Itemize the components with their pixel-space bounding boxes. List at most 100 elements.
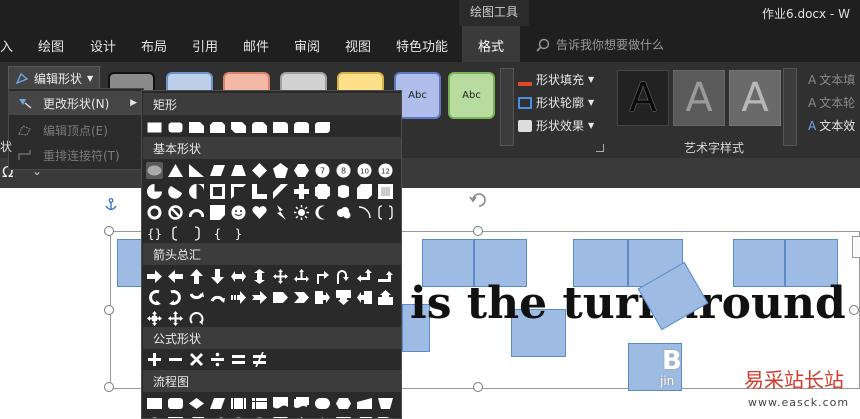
right-bracket-icon[interactable] [188, 225, 205, 242]
change-shape-menu-item[interactable]: 更改形状(N) ▶ [9, 91, 143, 115]
parallelogram-icon[interactable] [209, 162, 226, 179]
left-right-up-arrow-icon[interactable] [293, 268, 310, 285]
smiley-face-icon[interactable] [230, 204, 247, 221]
down-arrow-callout-icon[interactable] [335, 289, 352, 306]
tab-draw[interactable]: 绘图 [38, 36, 64, 55]
preparation-icon[interactable] [335, 395, 352, 412]
bent-arrow-icon[interactable] [314, 268, 331, 285]
left-arrow-icon[interactable] [167, 268, 184, 285]
cross-icon[interactable] [293, 183, 310, 200]
multiply-icon[interactable] [188, 351, 205, 368]
manual-operation-icon[interactable] [377, 395, 394, 412]
shape-style-7[interactable]: Abc [448, 72, 495, 119]
tell-me-box[interactable]: 告诉我你想要做什么 [536, 36, 664, 53]
snip-diagonal-icon[interactable] [230, 119, 247, 136]
resize-handle[interactable] [473, 382, 483, 392]
chord-icon[interactable] [167, 183, 184, 200]
left-brace-icon[interactable]: { [209, 225, 226, 242]
terminator-icon[interactable] [314, 395, 331, 412]
down-arrow-icon[interactable] [209, 268, 226, 285]
resize-handle[interactable] [104, 226, 114, 236]
text-fill-button[interactable]: A 文本填 [808, 68, 855, 91]
l-shape-icon[interactable] [251, 183, 268, 200]
not-equal-icon[interactable] [251, 351, 268, 368]
reroute-connectors-menu-item[interactable]: 重排连接符(T) [9, 143, 143, 167]
diamond-icon[interactable] [251, 162, 268, 179]
heart-icon[interactable] [251, 204, 268, 221]
no-symbol-icon[interactable] [167, 204, 184, 221]
predefined-process-icon[interactable] [230, 395, 247, 412]
dialog-launcher-icon[interactable] [596, 144, 604, 152]
half-frame-icon[interactable] [230, 183, 247, 200]
document-shape-icon[interactable] [272, 395, 289, 412]
dodecagon-icon[interactable]: 12 [377, 162, 394, 179]
right-triangle-icon[interactable] [188, 162, 205, 179]
right-brace-icon[interactable]: } [230, 225, 247, 242]
equal-icon[interactable] [230, 351, 247, 368]
trapezoid-icon[interactable] [230, 162, 247, 179]
tab-references[interactable]: 引用 [192, 36, 218, 55]
decision-icon[interactable] [188, 395, 205, 412]
rounded-rectangle-icon[interactable] [167, 119, 184, 136]
can-icon[interactable] [335, 183, 352, 200]
multidocument-icon[interactable] [293, 395, 310, 412]
heptagon-icon[interactable]: 7 [314, 162, 331, 179]
shape-styles-scrollbar[interactable] [500, 68, 514, 146]
resize-handle[interactable] [104, 382, 114, 392]
bevel-icon[interactable] [377, 183, 394, 200]
striped-right-arrow-icon[interactable] [230, 289, 247, 306]
notched-right-arrow-icon[interactable] [251, 289, 268, 306]
layout-options-icon[interactable] [852, 236, 860, 258]
tab-features[interactable]: 特色功能 [396, 36, 448, 55]
wordart-style-black[interactable]: A [617, 70, 669, 126]
wordart-scrollbar[interactable] [783, 68, 797, 146]
up-arrow-callout-icon[interactable] [377, 289, 394, 306]
hexagon-icon[interactable] [293, 162, 310, 179]
tab-view[interactable]: 视图 [345, 36, 371, 55]
chevron-icon[interactable] [293, 289, 310, 306]
circular-arrow-icon[interactable] [188, 310, 205, 327]
round-single-corner-icon[interactable] [272, 119, 289, 136]
left-bracket-icon[interactable] [167, 225, 184, 242]
tab-review[interactable]: 审阅 [294, 36, 320, 55]
up-arrow-icon[interactable] [188, 268, 205, 285]
tab-layout[interactable]: 布局 [141, 36, 167, 55]
process-icon[interactable] [146, 395, 163, 412]
octagon-icon[interactable]: 8 [335, 162, 352, 179]
left-right-arrow-icon[interactable] [230, 268, 247, 285]
resize-handle[interactable] [473, 226, 483, 236]
text-effects-button[interactable]: A 文本效 [808, 114, 855, 137]
shape-fill-button[interactable]: 形状填充 ▼ [518, 68, 594, 91]
double-bracket-icon[interactable] [377, 204, 394, 221]
decagon-icon[interactable]: 10 [356, 162, 373, 179]
moon-icon[interactable] [314, 204, 331, 221]
data-icon[interactable] [209, 395, 226, 412]
donut-icon[interactable] [146, 204, 163, 221]
right-arrow-callout-icon[interactable] [314, 289, 331, 306]
lightning-bolt-icon[interactable] [272, 204, 289, 221]
manual-input-icon[interactable] [356, 395, 373, 412]
snip-rectangle-icon[interactable] [188, 119, 205, 136]
pie-icon[interactable] [146, 183, 163, 200]
round-snip-icon[interactable] [251, 119, 268, 136]
cloud-icon[interactable] [335, 204, 352, 221]
curved-left-arrow-icon[interactable] [167, 289, 184, 306]
minus-icon[interactable] [167, 351, 184, 368]
curved-right-arrow-icon[interactable] [146, 289, 163, 306]
curved-down-arrow-icon[interactable] [209, 289, 226, 306]
tab-mailings[interactable]: 邮件 [243, 36, 269, 55]
double-brace-icon[interactable]: {} [146, 225, 163, 242]
plus-icon[interactable] [146, 351, 163, 368]
sun-icon[interactable] [293, 204, 310, 221]
pentagon-icon[interactable] [272, 162, 289, 179]
round-two-corner-icon[interactable] [293, 119, 310, 136]
cube-icon[interactable] [356, 183, 373, 200]
snip-two-corner-icon[interactable] [209, 119, 226, 136]
right-arrow-icon[interactable] [146, 268, 163, 285]
tab-insert[interactable]: 入 [0, 36, 13, 55]
up-down-arrow-icon[interactable] [251, 268, 268, 285]
text-outline-button[interactable]: A 文本轮 [808, 91, 855, 114]
resize-handle[interactable] [104, 305, 114, 315]
shape-effects-button[interactable]: 形状效果 ▼ [518, 114, 594, 137]
edit-shape-button[interactable]: 编辑形状 ▼ [8, 66, 101, 90]
